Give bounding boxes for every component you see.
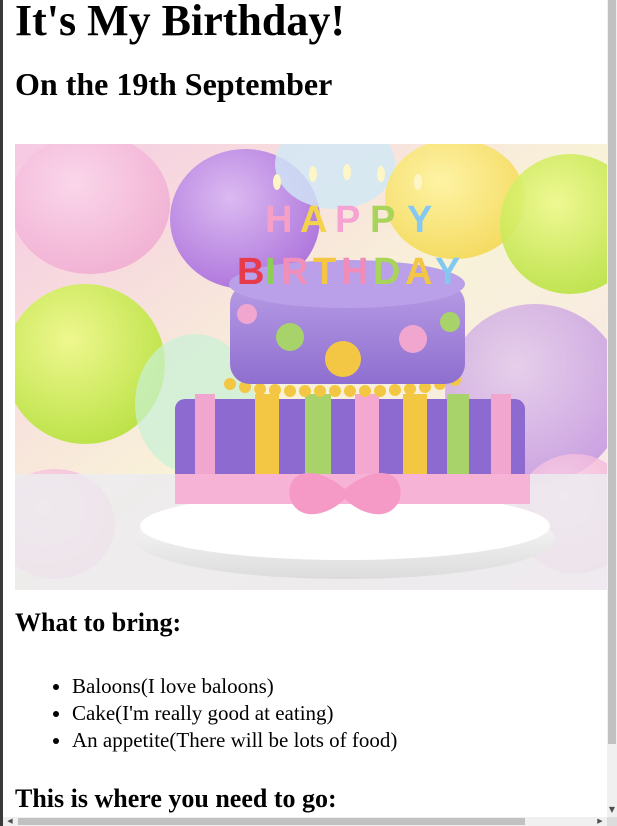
svg-text:P: P bbox=[335, 199, 360, 241]
svg-text:A: A bbox=[405, 251, 432, 293]
what-to-bring-heading: What to bring: bbox=[15, 608, 182, 637]
svg-text:H: H bbox=[341, 251, 368, 293]
horizontal-scroll-thumb[interactable] bbox=[18, 818, 525, 825]
bring-list: Baloons(I love baloons) Cake(I'm really … bbox=[15, 673, 397, 754]
svg-text:R: R bbox=[281, 251, 308, 293]
svg-text:Y: Y bbox=[407, 199, 432, 241]
scroll-down-arrow-icon[interactable]: ▼ bbox=[607, 805, 617, 815]
date-heading: On the 19th September bbox=[15, 66, 333, 102]
vertical-scroll-thumb[interactable] bbox=[608, 0, 616, 744]
svg-text:H: H bbox=[265, 199, 292, 241]
svg-text:T: T bbox=[313, 251, 336, 293]
svg-text:P: P bbox=[370, 199, 395, 241]
page-viewport: It's My Birthday! On the 19th September bbox=[3, 0, 607, 817]
page-content: It's My Birthday! On the 19th September bbox=[15, 0, 607, 813]
list-item: Baloons(I love baloons) bbox=[72, 673, 397, 700]
scroll-right-arrow-icon[interactable]: ▶ bbox=[595, 817, 605, 826]
scroll-left-arrow-icon[interactable]: ◀ bbox=[5, 817, 15, 826]
svg-text:I: I bbox=[265, 251, 276, 293]
list-item: Cake(I'm really good at eating) bbox=[72, 700, 397, 727]
svg-text:Y: Y bbox=[435, 251, 460, 293]
horizontal-scrollbar[interactable]: ◀ ▶ bbox=[3, 817, 607, 826]
birthday-cake-image: H A P P Y B I R T H D A Y bbox=[15, 144, 607, 590]
svg-text:B: B bbox=[237, 251, 264, 293]
page-title: It's My Birthday! bbox=[15, 0, 345, 45]
svg-text:D: D bbox=[373, 251, 400, 293]
scrollbar-corner bbox=[607, 817, 617, 826]
svg-text:A: A bbox=[300, 199, 327, 241]
list-item: An appetite(There will be lots of food) bbox=[72, 727, 397, 754]
location-heading: This is where you need to go: bbox=[15, 784, 337, 813]
vertical-scrollbar[interactable]: ▼ bbox=[607, 0, 617, 817]
